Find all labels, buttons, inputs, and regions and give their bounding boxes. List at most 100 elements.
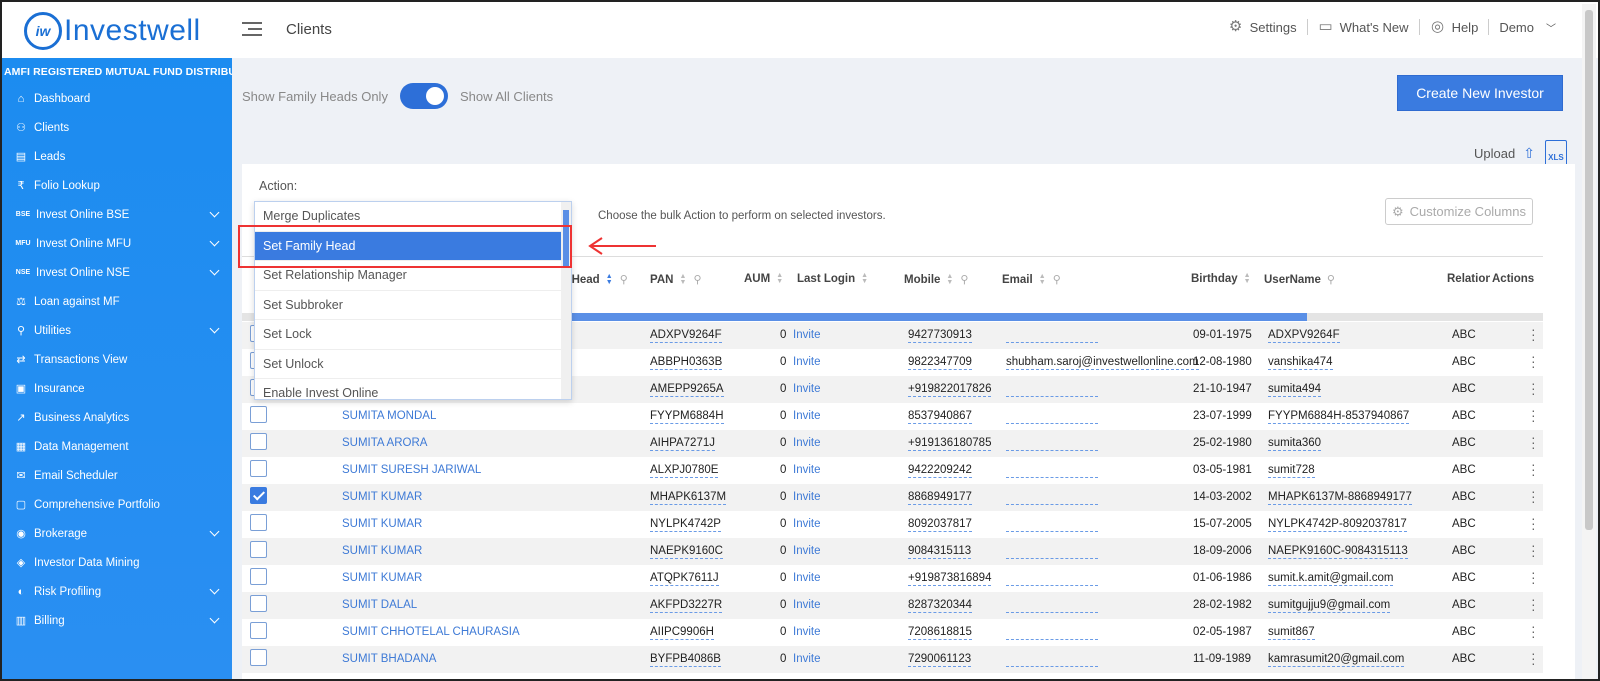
invite-link[interactable]: Invite	[793, 329, 821, 341]
invite-link[interactable]: Invite	[793, 545, 821, 557]
sidebar-item-comprehensive-portfolio[interactable]: ▢ Comprehensive Portfolio	[2, 490, 232, 519]
row-checkbox[interactable]	[250, 460, 267, 477]
chevron-down-icon[interactable]	[209, 236, 220, 247]
client-name-link[interactable]: SUMIT DALAL	[342, 599, 417, 611]
sidebar-item-leads[interactable]: ▤ Leads	[2, 142, 232, 171]
customize-columns-button[interactable]: ⚙ Customize Columns	[1385, 198, 1533, 225]
search-icon[interactable]: ⚲	[620, 273, 628, 286]
sidebar-item-utilities[interactable]: ⚲ Utilities	[2, 316, 232, 345]
sidebar-item-invest-online-mfu[interactable]: MFU Invest Online MFU	[2, 229, 232, 258]
search-icon[interactable]: ⚲	[693, 273, 701, 286]
brand-logo[interactable]: iw Investwell	[24, 12, 201, 50]
sort-icon[interactable]: ▲ ▼	[679, 273, 687, 286]
sidebar-item-dashboard[interactable]: ⌂ Dashboard	[2, 84, 232, 113]
invite-link[interactable]: Invite	[793, 356, 821, 368]
more-options-icon[interactable]: · · ·	[1531, 457, 1536, 481]
more-options-icon[interactable]: · · ·	[1531, 349, 1536, 373]
col-pan[interactable]: PAN ▲ ▼ ⚲	[650, 273, 702, 287]
chevron-down-icon[interactable]	[209, 526, 220, 537]
sidebar-item-investor-data-mining[interactable]: ◈ Investor Data Mining	[2, 548, 232, 577]
col-mobile[interactable]: Mobile ▲ ▼ ⚲	[904, 273, 968, 287]
invite-link[interactable]: Invite	[793, 491, 821, 503]
sidebar-item-folio-lookup[interactable]: ₹ Folio Lookup	[2, 171, 232, 200]
client-name-link[interactable]: SUMIT SURESH JARIWAL	[342, 464, 481, 476]
row-checkbox[interactable]	[250, 406, 267, 423]
whats-new-link[interactable]: ▭ What's New	[1308, 19, 1420, 35]
row-checkbox[interactable]	[250, 595, 267, 612]
client-name-link[interactable]: SUMIT BHADANA	[342, 653, 436, 665]
col-username[interactable]: UserName ⚲	[1264, 273, 1335, 287]
more-options-icon[interactable]: · · ·	[1531, 430, 1536, 454]
search-icon[interactable]: ⚲	[960, 273, 968, 286]
row-checkbox[interactable]	[250, 487, 267, 504]
chevron-down-icon[interactable]	[209, 613, 220, 624]
client-name-link[interactable]: SUMITA ARORA	[342, 437, 427, 449]
row-checkbox[interactable]	[250, 568, 267, 585]
sort-icon[interactable]: ▲ ▼	[1039, 273, 1047, 286]
sidebar-item-invest-online-nse[interactable]: NSE Invest Online NSE	[2, 258, 232, 287]
chevron-down-icon[interactable]	[209, 207, 220, 218]
settings-link[interactable]: ⚙ Settings	[1218, 19, 1308, 35]
col-email[interactable]: Email ▲ ▼ ⚲	[1002, 273, 1061, 287]
sort-icon[interactable]: ▲ ▼	[1244, 272, 1252, 285]
chevron-down-icon[interactable]	[209, 584, 220, 595]
more-options-icon[interactable]: · · ·	[1531, 538, 1536, 562]
sidebar-item-billing[interactable]: ▥ Billing	[2, 606, 232, 635]
scrollbar-thumb[interactable]	[1585, 10, 1593, 530]
sort-icon[interactable]: ▲ ▼	[776, 272, 784, 285]
more-options-icon[interactable]: · · ·	[1531, 619, 1536, 643]
client-name-link[interactable]: SUMITA MONDAL	[342, 410, 436, 422]
help-link[interactable]: ◎ Help	[1420, 19, 1490, 35]
invite-link[interactable]: Invite	[793, 464, 821, 476]
more-options-icon[interactable]: · · ·	[1531, 403, 1536, 427]
client-name-link[interactable]: SUMIT KUMAR	[342, 491, 422, 503]
sidebar-item-loan-against-mf[interactable]: ⚖ Loan against MF	[2, 287, 232, 316]
more-options-icon[interactable]: · · ·	[1531, 565, 1536, 589]
create-new-investor-button[interactable]: Create New Investor	[1397, 75, 1563, 111]
col-last-login[interactable]: Last Login ▲ ▼	[797, 272, 869, 285]
sort-icon[interactable]: ▲ ▼	[946, 273, 954, 286]
client-name-link[interactable]: SUMIT KUMAR	[342, 572, 422, 584]
client-name-link[interactable]: SUMIT KUMAR	[342, 545, 422, 557]
col-relation[interactable]: Relation:	[1447, 273, 1490, 285]
more-options-icon[interactable]: · · ·	[1531, 376, 1536, 400]
action-option[interactable]: Enable Invest Online	[255, 379, 571, 399]
invite-link[interactable]: Invite	[793, 383, 821, 395]
sidebar-item-brokerage[interactable]: ◉ Brokerage	[2, 519, 232, 548]
sidebar-item-risk-profiling[interactable]: ◐ Risk Profiling	[2, 577, 232, 606]
client-name-link[interactable]: SUMIT KUMAR	[342, 518, 422, 530]
more-options-icon[interactable]: · · ·	[1531, 484, 1536, 508]
menu-toggle-icon[interactable]	[242, 22, 262, 38]
page-scrollbar[interactable]	[1582, 4, 1596, 679]
chevron-down-icon[interactable]	[209, 323, 220, 334]
action-option[interactable]: Set Subbroker	[255, 291, 571, 320]
invite-link[interactable]: Invite	[793, 626, 821, 638]
family-head-toggle[interactable]	[399, 83, 448, 109]
user-menu[interactable]: Demo ﹀	[1489, 20, 1566, 35]
sidebar-item-email-scheduler[interactable]: ✉ Email Scheduler	[2, 461, 232, 490]
action-option[interactable]: Set Unlock	[255, 350, 571, 379]
row-checkbox[interactable]	[250, 622, 267, 639]
search-icon[interactable]: ⚲	[1327, 273, 1335, 286]
xls-download-icon[interactable]: XLS	[1544, 140, 1567, 166]
chevron-down-icon[interactable]	[209, 265, 220, 276]
invite-link[interactable]: Invite	[793, 518, 821, 530]
col-aum[interactable]: AUM ▲ ▼	[744, 272, 784, 285]
more-options-icon[interactable]: · · ·	[1531, 646, 1536, 670]
invite-link[interactable]: Invite	[793, 653, 821, 665]
sidebar-item-data-management[interactable]: ▦ Data Management	[2, 432, 232, 461]
invite-link[interactable]: Invite	[793, 572, 821, 584]
invite-link[interactable]: Invite	[793, 410, 821, 422]
row-checkbox[interactable]	[250, 433, 267, 450]
invite-link[interactable]: Invite	[793, 437, 821, 449]
more-options-icon[interactable]: · · ·	[1531, 322, 1536, 346]
row-checkbox[interactable]	[250, 514, 267, 531]
sidebar-item-business-analytics[interactable]: ↗ Business Analytics	[2, 403, 232, 432]
sort-icon[interactable]: ▲ ▼	[861, 272, 869, 285]
upload-icon[interactable]: ⇧	[1523, 145, 1535, 162]
client-name-link[interactable]: SUMIT CHHOTELAL CHAURASIA	[342, 626, 520, 638]
more-options-icon[interactable]: · · ·	[1531, 511, 1536, 535]
row-checkbox[interactable]	[250, 541, 267, 558]
action-option[interactable]: Set Lock	[255, 320, 571, 350]
scrollbar-thumb[interactable]	[572, 313, 1307, 321]
